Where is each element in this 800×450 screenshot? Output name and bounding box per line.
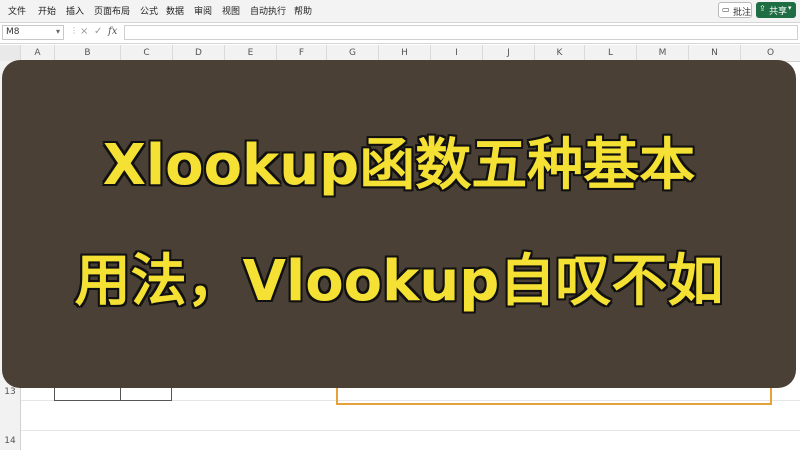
row-header[interactable]: 13 [0, 387, 20, 397]
tab-insert[interactable]: 插入 [66, 4, 84, 17]
select-all-corner[interactable] [0, 45, 20, 61]
column-header[interactable]: M [636, 45, 688, 61]
formula-input[interactable] [124, 25, 798, 40]
name-box[interactable]: M8 ▾ [2, 25, 64, 40]
title-line-1: Xlookup函数五种基本 [102, 133, 696, 198]
share-button-label: 共享 [769, 7, 788, 17]
column-header[interactable]: G [326, 45, 378, 61]
formula-bar: M8 ▾ ⋮ × ✓ fx [0, 23, 800, 44]
title-overlay: Xlookup函数五种基本 用法，Vlookup自叹不如 [2, 60, 796, 388]
comment-icon: ▭ [722, 5, 730, 14]
chevron-down-icon: ▾ [788, 4, 792, 12]
comment-button-label: 批注 [733, 8, 752, 18]
tab-automate[interactable]: 自动执行 [250, 4, 286, 17]
tab-view[interactable]: 视图 [222, 4, 240, 17]
confirm-icon[interactable]: ✓ [94, 26, 102, 37]
column-header[interactable]: I [430, 45, 482, 61]
column-header[interactable]: O [740, 45, 800, 61]
title-line-2: 用法，Vlookup自叹不如 [74, 249, 724, 314]
column-header[interactable]: D [172, 45, 224, 61]
tab-page-layout[interactable]: 页面布局 [94, 4, 130, 17]
column-header[interactable]: H [378, 45, 430, 61]
column-header[interactable]: J [482, 45, 534, 61]
more-options-icon: ⋮ [70, 26, 78, 35]
comment-button[interactable]: ▭ 批注 [718, 2, 752, 18]
tab-formulas[interactable]: 公式 [140, 4, 158, 17]
tab-data[interactable]: 数据 [166, 4, 184, 17]
column-header[interactable]: B [54, 45, 120, 61]
tab-file[interactable]: 文件 [8, 4, 26, 17]
column-header[interactable]: C [120, 45, 172, 61]
chevron-down-icon: ▾ [55, 27, 60, 36]
column-header[interactable]: L [584, 45, 636, 61]
column-header[interactable]: A [20, 45, 54, 61]
row-header[interactable]: 14 [0, 436, 20, 446]
grid-line [21, 430, 800, 431]
tab-review[interactable]: 审阅 [194, 4, 212, 17]
share-button[interactable]: ⇪ 共享 ▾ [756, 2, 796, 18]
share-icon: ⇪ [759, 4, 766, 13]
tab-help[interactable]: 帮助 [294, 4, 312, 17]
insert-function-icon[interactable]: fx [108, 26, 117, 37]
cancel-icon[interactable]: × [80, 26, 88, 37]
column-header[interactable]: K [534, 45, 584, 61]
column-header[interactable]: F [276, 45, 326, 61]
name-box-value: M8 [6, 27, 20, 37]
tab-home[interactable]: 开始 [38, 4, 56, 17]
column-header[interactable]: E [224, 45, 276, 61]
column-header[interactable]: N [688, 45, 740, 61]
ribbon-menu: 文件 开始 插入 页面布局 公式 数据 审阅 视图 自动执行 帮助 ▭ 批注 ⇪… [0, 0, 800, 23]
